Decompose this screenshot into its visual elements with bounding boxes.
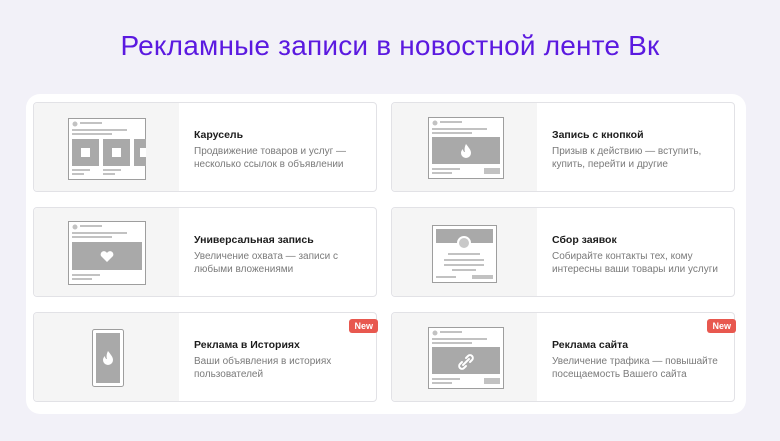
card-carousel[interactable]: Карусель Продвижение товаров и услуг — н… bbox=[33, 102, 377, 192]
lead-form-icon bbox=[432, 225, 497, 283]
card-button-post[interactable]: Запись с кнопкой Призыв к действию — вст… bbox=[391, 102, 735, 192]
page-title: Рекламные записи в новостной ленте Вк bbox=[120, 30, 660, 61]
card-stories-ad[interactable]: Реклама в Историях Ваши объявления в ист… bbox=[33, 312, 378, 402]
card-description: Собирайте контакты тех, кому интересны в… bbox=[552, 251, 718, 275]
card-description: Увеличение трафика — повышайте посещаемо… bbox=[552, 356, 718, 380]
card-title: Карусель bbox=[194, 129, 244, 141]
card-universal-post[interactable]: Универсальная запись Увеличение охвата —… bbox=[33, 207, 377, 297]
card-title: Сбор заявок bbox=[552, 234, 617, 246]
card-description: Продвижение товаров и услуг — несколько … bbox=[194, 146, 347, 170]
new-badge: New bbox=[707, 319, 736, 333]
card-title: Запись с кнопкой bbox=[552, 129, 644, 141]
card-thumbnail bbox=[392, 208, 537, 296]
card-description: Увеличение охвата — записи с любыми влож… bbox=[194, 251, 338, 275]
story-ad-icon bbox=[92, 329, 124, 387]
card-thumbnail bbox=[392, 103, 537, 191]
card-thumbnail bbox=[34, 208, 179, 296]
card-thumbnail bbox=[34, 313, 179, 401]
card-title: Реклама в Историях bbox=[194, 339, 300, 351]
card-thumbnail bbox=[392, 313, 537, 401]
card-description: Ваши объявления в историях пользователей bbox=[194, 356, 332, 380]
ad-formats-panel: Карусель Продвижение товаров и услуг — н… bbox=[26, 94, 746, 414]
universal-post-icon bbox=[68, 221, 146, 285]
card-description: Призыв к действию — вступить, купить, пе… bbox=[552, 146, 702, 170]
card-thumbnail bbox=[34, 103, 179, 191]
card-lead-form[interactable]: Сбор заявок Собирайте контакты тех, кому… bbox=[391, 207, 735, 297]
site-ad-icon bbox=[428, 327, 504, 389]
new-badge: New bbox=[349, 319, 378, 333]
carousel-post-icon bbox=[68, 118, 146, 180]
card-title: Реклама сайта bbox=[552, 339, 629, 351]
button-post-icon bbox=[428, 117, 504, 179]
card-title: Универсальная запись bbox=[194, 234, 314, 246]
card-site-ad[interactable]: Реклама сайта Увеличение трафика — повыш… bbox=[391, 312, 736, 402]
